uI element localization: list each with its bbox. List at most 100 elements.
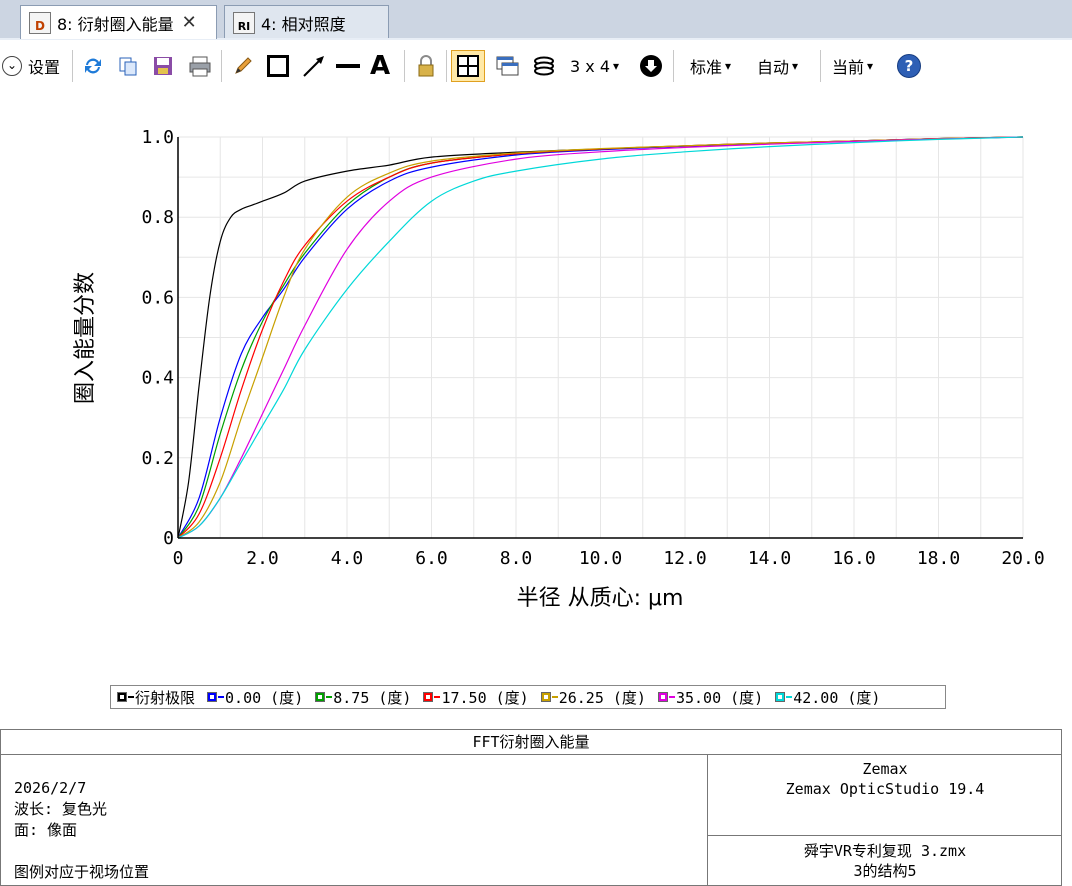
legend-swatch-icon: [117, 692, 127, 702]
file-info: 舜宇VR专利复现 3.zmx 3的结构5: [708, 837, 1062, 881]
file-name-text: 舜宇VR专利复现 3.zmx: [803, 842, 967, 860]
configuration-text: 3的结构5: [853, 862, 917, 880]
help-button[interactable]: ?: [897, 51, 921, 81]
legend-line-marker: [434, 696, 441, 698]
toolbar-separator: [221, 50, 222, 82]
company-text: Zemax: [862, 760, 908, 778]
layers-icon: [534, 56, 554, 76]
legend-item: 26.25 (度): [535, 687, 646, 708]
tab-relative-illumination[interactable]: RI 4: 相对照度: [224, 5, 389, 39]
legend-swatch-icon: [775, 692, 786, 702]
rectangle-tool-button[interactable]: [267, 51, 289, 81]
info-details: 2026/2/7 波长: 复色光 面: 像面 图例对应于视场位置: [14, 778, 149, 883]
legend-line-marker: [128, 696, 134, 698]
standard-dropdown[interactable]: 标准 ▾: [690, 51, 731, 81]
copy-button[interactable]: [117, 51, 139, 81]
text-icon: A: [370, 51, 391, 81]
chart-grid: [177, 136, 1024, 539]
save-icon: [154, 57, 172, 75]
x-tick-label: 2.0: [246, 548, 279, 569]
tab-label: 4: 相对照度: [261, 14, 346, 34]
tab-bar: D 8: 衍射圈入能量 ✕ RI 4: 相对照度: [0, 0, 1072, 40]
legend-swatch-icon: [423, 692, 434, 702]
line-icon: [336, 64, 360, 68]
legend-line-marker: [668, 696, 675, 698]
toolbar: ⌄ 设置 A 3 x 4 ▾ 标准 ▾ 自动 ▾ 当前 ▾ ?: [0, 40, 1072, 94]
lock-button[interactable]: [415, 51, 437, 81]
line-tool-button[interactable]: [336, 51, 360, 81]
legend-label: 17.50 (度): [441, 688, 529, 707]
analysis-title: FFT衍射圈入能量: [1, 730, 1061, 755]
grid-layout-dropdown[interactable]: 3 x 4 ▾: [570, 51, 619, 81]
tab-diffraction-encircled-energy[interactable]: D 8: 衍射圈入能量 ✕: [20, 5, 217, 39]
current-label: 当前: [832, 58, 865, 77]
auto-label: 自动: [757, 58, 790, 77]
printer-icon: [189, 56, 211, 77]
download-circle-icon: [640, 55, 662, 77]
chevron-down-icon: ▾: [613, 59, 620, 73]
toolbar-separator: [72, 50, 73, 82]
help-icon: ?: [897, 54, 921, 78]
window-button[interactable]: [495, 51, 519, 81]
settings-button[interactable]: ⌄ 设置: [2, 51, 60, 81]
legend-line-marker: [326, 696, 333, 698]
legend-swatch-icon: [315, 692, 326, 702]
chart-ticks: 0 2.0 4.0 6.0 8.0 10.0 12.0 14.0 16.0 18.0 20.0 0 0.…: [141, 127, 1044, 569]
legend-label: 42.00 (度): [793, 688, 881, 707]
chevron-down-icon: ▾: [867, 59, 874, 73]
pencil-tool-button[interactable]: [232, 51, 254, 81]
chevron-down-icon: ▾: [725, 59, 732, 73]
export-button[interactable]: [639, 51, 663, 81]
toolbar-separator: [820, 50, 821, 82]
toolbar-separator: [673, 50, 674, 82]
tab-label: 8: 衍射圈入能量: [57, 14, 174, 34]
x-axis-label: 半径 从质心: μm: [517, 586, 684, 611]
legend-item: 0.00 (度): [201, 687, 303, 708]
copy-icon: [119, 57, 137, 76]
y-tick-label: 0.6: [141, 287, 174, 308]
print-button[interactable]: [188, 51, 212, 81]
product-info: Zemax Zemax OpticStudio 19.4: [708, 755, 1062, 836]
arrow-tool-button[interactable]: [302, 51, 326, 81]
legend-swatch-icon: [540, 692, 551, 702]
info-panel: FFT衍射圈入能量 2026/2/7 波长: 复色光 面: 像面 图例对应于视场…: [0, 729, 1062, 886]
x-tick-label: 18.0: [917, 548, 960, 569]
legend-line-marker: [218, 696, 225, 698]
x-tick-label: 6.0: [415, 548, 448, 569]
rectangle-icon: [267, 55, 289, 77]
chart-legend: 衍射极限 0.00 (度) 8.75 (度) 17.50 (度) 26.25 (度) 35…: [110, 685, 946, 709]
lock-icon: [418, 55, 434, 77]
x-tick-label: 12.0: [663, 548, 706, 569]
legend-item: 17.50 (度): [417, 687, 529, 708]
pencil-icon: [235, 57, 252, 74]
auto-dropdown[interactable]: 自动 ▾: [757, 51, 798, 81]
legend-line-marker: [786, 696, 793, 698]
current-dropdown[interactable]: 当前 ▾: [832, 51, 873, 81]
layers-button[interactable]: [532, 51, 556, 81]
chevron-down-icon: ▾: [792, 59, 799, 73]
legend-swatch-icon: [657, 692, 668, 702]
encircled-energy-chart: 0 2.0 4.0 6.0 8.0 10.0 12.0 14.0 16.0 18.0 20.0 0 0.…: [73, 127, 1045, 611]
legend-item: 42.00 (度): [769, 687, 880, 708]
diffraction-doc-icon: D: [29, 11, 51, 34]
text-tool-button[interactable]: A: [370, 51, 390, 81]
x-tick-label: 16.0: [832, 548, 875, 569]
close-icon[interactable]: ✕: [182, 12, 197, 33]
fit-window-button[interactable]: [451, 50, 485, 82]
y-tick-label: 0: [163, 528, 174, 549]
date-text: 2026/2/7: [14, 779, 87, 797]
legend-label: 26.25 (度): [558, 688, 646, 707]
grid-layout-label: 3 x 4: [570, 56, 610, 76]
surface-text: 面: 像面: [14, 821, 78, 839]
x-tick-label: 14.0: [748, 548, 791, 569]
legend-note-text: 图例对应于视场位置: [14, 863, 150, 881]
wavelength-text: 波长: 复色光: [14, 800, 108, 818]
info-product-panel: Zemax Zemax OpticStudio 19.4 舜宇VR专利复现 3.…: [707, 755, 1062, 886]
y-axis-label: 圈入能量分数: [73, 272, 98, 404]
legend-label: 衍射极限: [135, 688, 196, 707]
x-tick-label: 10.0: [579, 548, 622, 569]
refresh-button[interactable]: [82, 51, 104, 81]
legend-label: 0.00 (度): [225, 688, 304, 707]
save-button[interactable]: [152, 51, 174, 81]
